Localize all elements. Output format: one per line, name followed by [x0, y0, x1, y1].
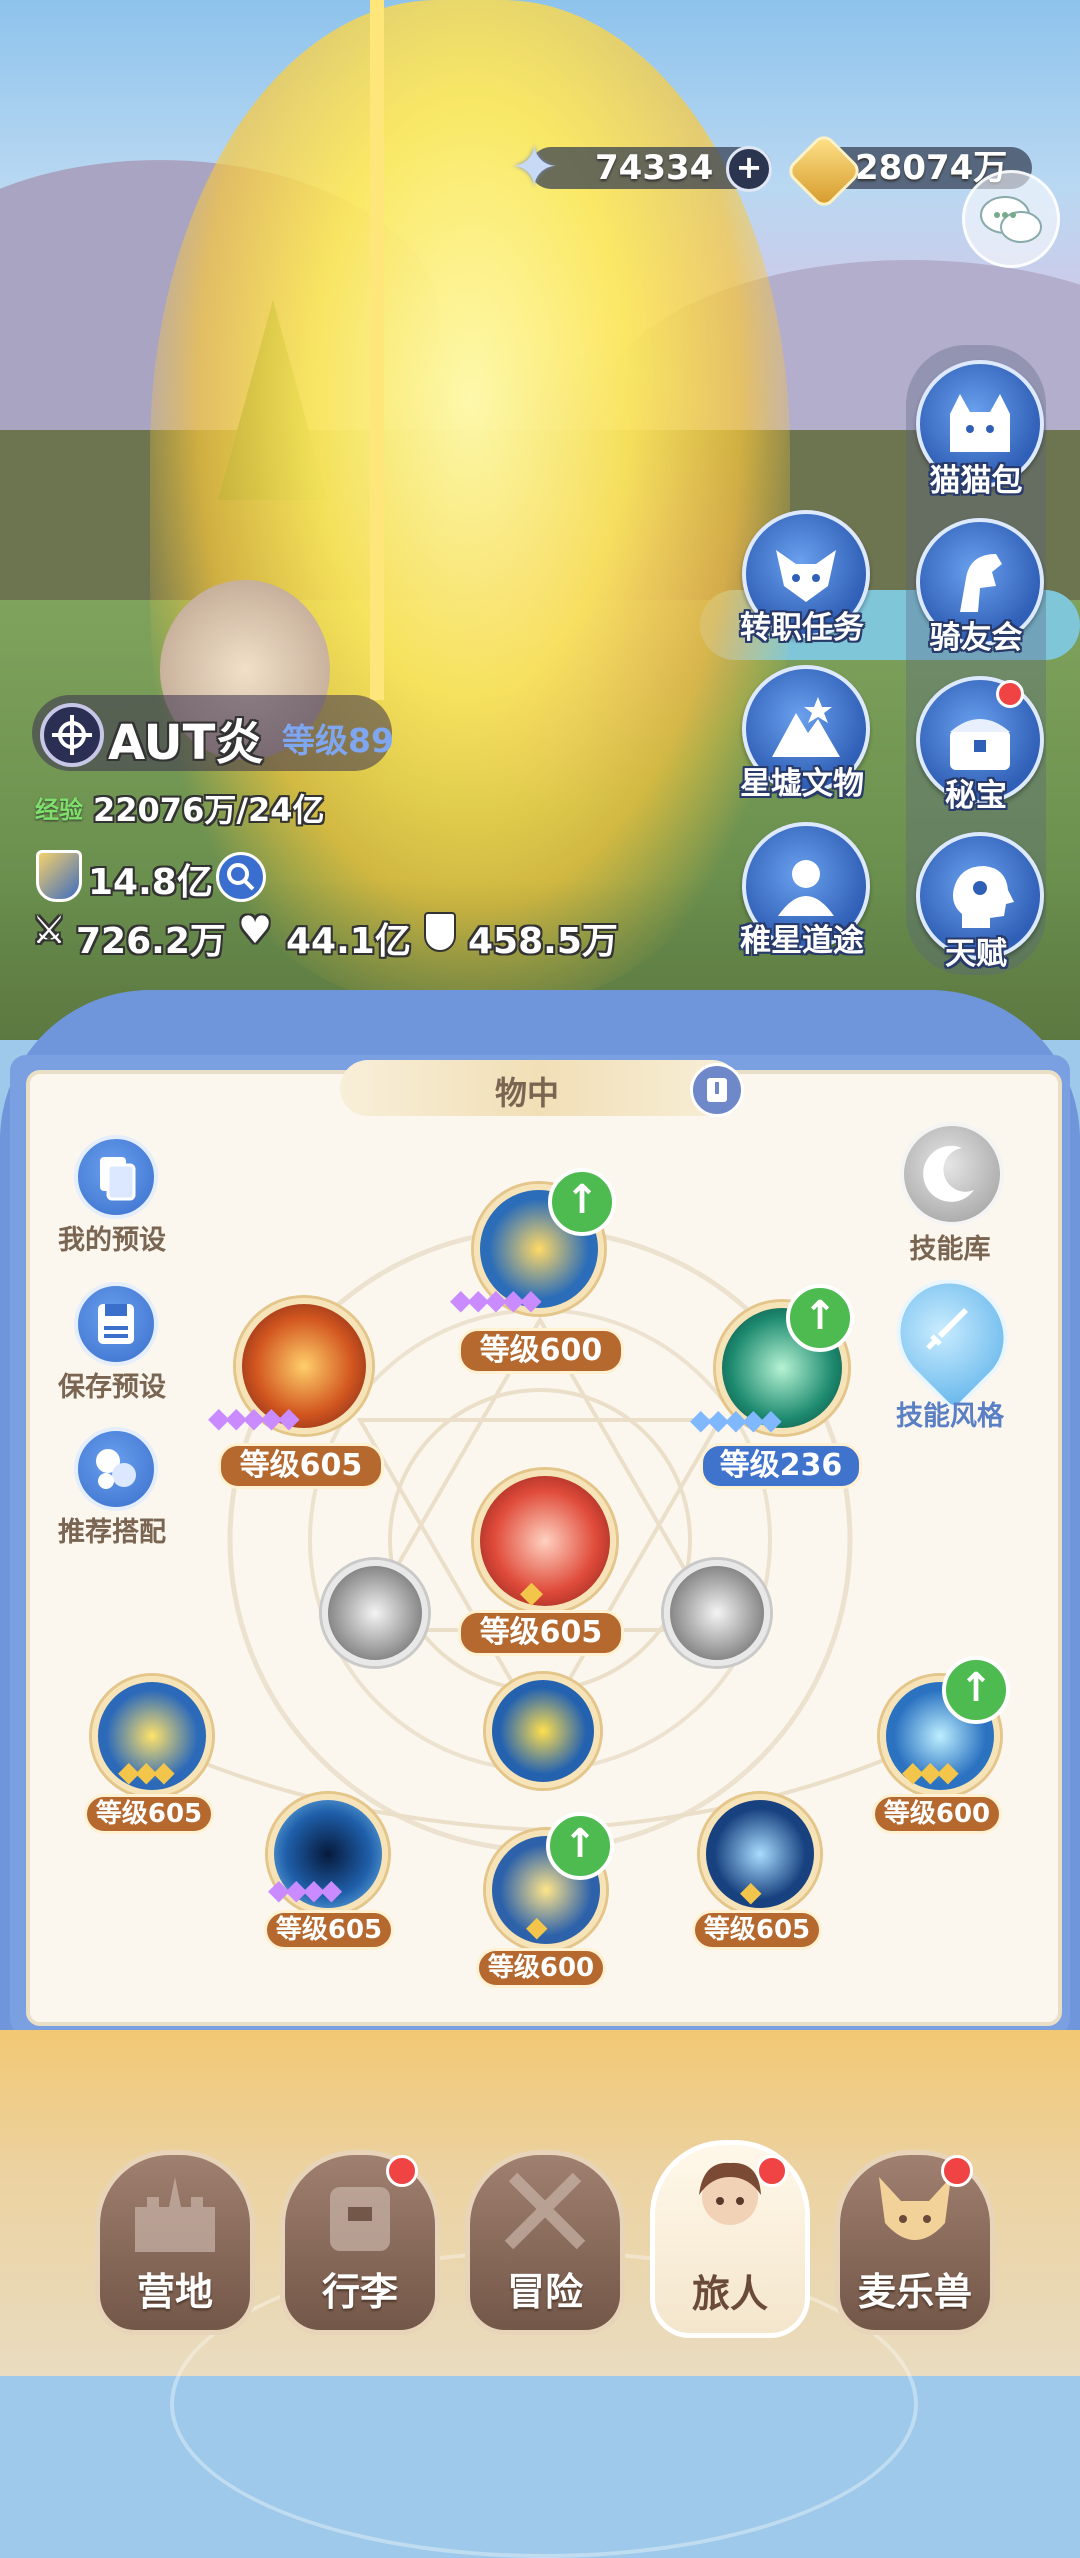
save-preset-button[interactable]	[74, 1282, 158, 1366]
star-rating: ◆◆◆	[902, 1755, 959, 1788]
star-rating: ◆	[526, 1910, 548, 1943]
power-details-button[interactable]	[216, 852, 266, 902]
skill-icon-core-passive[interactable]	[486, 1674, 600, 1788]
star-path-label: 稚星道途	[740, 923, 864, 959]
nav-camp-label: 营地	[136, 2270, 213, 2314]
my-preset-label: 我的预设	[58, 1225, 166, 1256]
moon-icon	[923, 1145, 974, 1202]
combat-power-icon	[36, 850, 82, 902]
staff	[370, 0, 384, 700]
attack-icon: ⚔	[32, 908, 67, 952]
skill-library-label: 技能库	[909, 1234, 991, 1265]
chat-bubble-icon	[980, 196, 1042, 243]
magnifier-icon	[227, 863, 255, 891]
cards-icon	[100, 1157, 136, 1201]
nav-pets-label: 麦乐兽	[857, 2270, 972, 2314]
skill-level-badge: 等级600	[476, 1948, 606, 1988]
riders-club-label: 骑友会	[929, 620, 1023, 656]
nav-adventure-button[interactable]: 冒险	[465, 2150, 625, 2335]
upgrade-arrow-icon[interactable]: ↑	[786, 1284, 854, 1352]
nav-traveler-label: 旅人	[691, 2272, 768, 2316]
pets-notification-dot	[941, 2155, 973, 2187]
traveler-notification-dot	[756, 2155, 788, 2187]
star-rating: ◆◆◆◆	[268, 1873, 342, 1906]
locked-skill-slot[interactable]	[322, 1560, 428, 1666]
upgrade-arrow-icon[interactable]: ↑	[942, 1656, 1010, 1724]
star-rating: ◆	[740, 1875, 762, 1908]
treasure-label: 秘宝	[945, 778, 1007, 814]
sword-icon	[920, 1300, 976, 1356]
nav-adventure-label: 冒险	[506, 2270, 583, 2314]
skill-library-button[interactable]	[900, 1122, 1004, 1226]
star-rating: ◆◆◆◆◆	[208, 1401, 300, 1434]
treasure-chest-icon	[950, 719, 1010, 770]
recommend-build-button[interactable]	[74, 1427, 158, 1511]
crossed-swords-icon	[504, 2172, 586, 2250]
nav-luggage-label: 行李	[321, 2270, 398, 2314]
book-icon	[707, 1078, 727, 1102]
build-title: 物中	[495, 1074, 560, 1112]
talent-label: 天赋	[945, 936, 1007, 972]
guardian-icon	[778, 860, 834, 916]
star-rating: ◆	[520, 1575, 544, 1610]
skill-level-badge: 等级236	[700, 1443, 862, 1489]
star-rating: ◆◆◆	[118, 1755, 175, 1788]
job-change-label: 转职任务	[740, 610, 864, 646]
skill-level-badge: 等级605	[458, 1610, 624, 1656]
exp-label: 经验	[35, 796, 83, 824]
add-currency-button[interactable]: +	[726, 146, 772, 192]
sparkle-cluster-icon	[96, 1449, 136, 1489]
skill-level-badge: 等级605	[692, 1910, 822, 1950]
skill-level-badge: 等级605	[84, 1794, 214, 1834]
castle-icon	[135, 2177, 215, 2252]
star-relics-label: 星墟文物	[740, 766, 864, 802]
hp-value: 44.1亿	[286, 921, 411, 962]
cat-bag-icon	[950, 394, 1010, 452]
class-emblem-icon	[40, 703, 104, 767]
defense-shield-icon	[424, 912, 456, 952]
skill-level-badge: 等级600	[458, 1328, 624, 1374]
upgrade-arrow-icon[interactable]: ↑	[548, 1168, 616, 1236]
skill-style-label: 技能风格	[896, 1401, 1004, 1432]
nav-camp-button[interactable]: 营地	[95, 2150, 255, 2335]
combat-power-value: 14.8亿	[88, 862, 213, 903]
recommend-build-label: 推荐搭配	[58, 1517, 166, 1548]
star-rating: ◆◆◆◆◆	[690, 1403, 782, 1436]
build-info-button[interactable]	[690, 1063, 744, 1117]
skill-level-badge: 等级600	[872, 1794, 1002, 1834]
horse-head-icon	[960, 554, 1002, 612]
defense-value: 458.5万	[468, 921, 618, 962]
head-profile-icon	[953, 866, 1014, 928]
skill-level-badge: 等级605	[264, 1910, 394, 1950]
skill-icon-center[interactable]	[474, 1470, 616, 1612]
upgrade-arrow-icon[interactable]: ↑	[546, 1812, 614, 1880]
skill-level-badge: 等级605	[218, 1443, 384, 1489]
player-level: 等级89	[282, 721, 394, 760]
mountain-relic-icon	[772, 697, 840, 757]
exp-value: 22076万/24亿	[93, 791, 325, 829]
attack-value: 726.2万	[76, 921, 226, 962]
heart-icon: ♥	[238, 908, 273, 952]
luggage-notification-dot	[386, 2155, 418, 2187]
star-currency-icon: ✦	[510, 133, 559, 201]
my-preset-button[interactable]	[74, 1135, 158, 1219]
save-disk-icon	[98, 1304, 134, 1344]
save-preset-label: 保存预设	[58, 1372, 166, 1403]
star-rating: ◆◆◆◆◆	[450, 1283, 542, 1316]
cat-bag-label: 猫猫包	[929, 463, 1023, 499]
treasure-notification-dot	[996, 680, 1024, 708]
locked-skill-slot[interactable]	[664, 1560, 770, 1666]
chat-button[interactable]	[962, 170, 1060, 268]
player-name: AUT炎	[108, 715, 264, 771]
star-currency-value: 74334	[595, 148, 714, 188]
